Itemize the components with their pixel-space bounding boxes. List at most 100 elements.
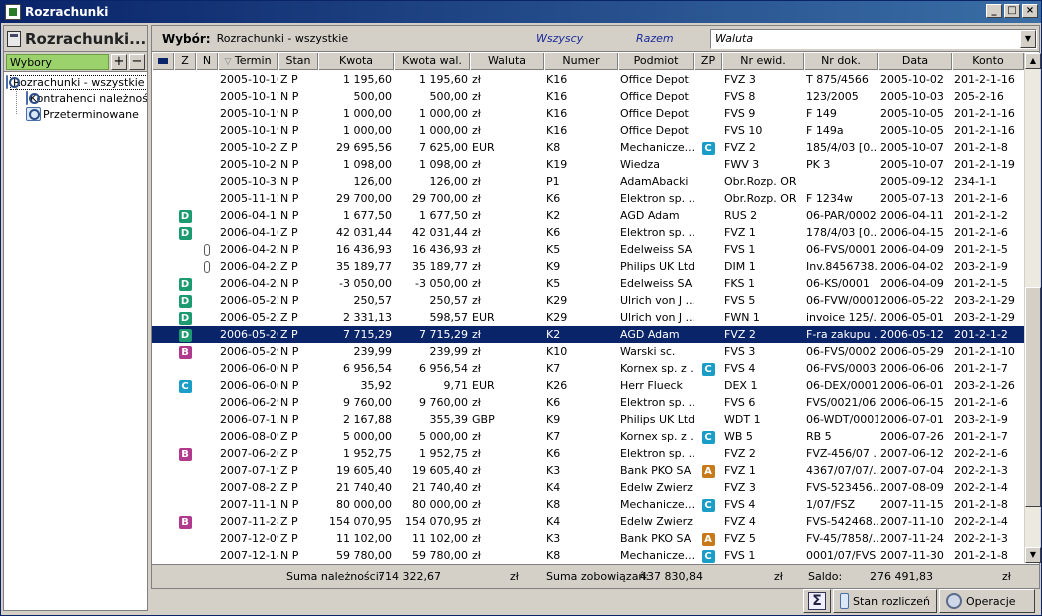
maximize-button[interactable]: □ (1004, 4, 1020, 18)
table-row-selected[interactable]: D 2006-05-26 Z P 7 715,29 7 715,29 zł K2 AGD Ad… (152, 326, 1024, 343)
cell-termin: 2007-07-19 (220, 464, 278, 477)
cell-waluta: zł (472, 243, 481, 256)
cell-stan: Z P (280, 481, 298, 494)
add-selection-button[interactable]: + (111, 53, 127, 70)
cell-zp (694, 224, 722, 241)
table-row[interactable]: 2006-04-23 Z P 35 189,77 35 189,77 zł K9 Phili… (152, 258, 1024, 275)
table-row[interactable]: 2007-07-19 Z P 19 605,40 19 605,40 zł K3 Bank … (152, 462, 1024, 479)
column-header-waluta[interactable]: Waluta (470, 53, 544, 70)
operations-button[interactable]: Operacje (939, 589, 1035, 613)
cell-zp: A (694, 462, 722, 479)
table-row[interactable]: 2005-10-17 N P 500,00 500,00 zł K16 Office Dep… (152, 88, 1024, 105)
cell-nr-ewid: FVZ 1 (724, 464, 756, 477)
scroll-up-button[interactable]: ▲ (1025, 53, 1041, 69)
table-row[interactable]: D 2006-04-16 Z P 42 031,44 42 031,44 zł K6 Elek… (152, 224, 1024, 241)
cell-data: 2005-10-05 (880, 124, 944, 137)
cell-termin: 2007-08-25 (220, 481, 278, 494)
vertical-scrollbar[interactable]: ▲ ▼ (1024, 53, 1041, 563)
column-header-data[interactable]: Data (878, 53, 952, 70)
status-badge: C (701, 362, 715, 376)
sum-payables-currency: zł (774, 570, 783, 583)
cell-n (196, 156, 218, 173)
cell-data: 2005-10-02 (880, 73, 944, 86)
cell-nr-ewid: FVS 9 (724, 107, 756, 120)
column-header-kwota-wal[interactable]: Kwota wal. (394, 53, 470, 70)
column-header-nr-dok[interactable]: Nr dok. (804, 53, 878, 70)
cell-termin: 2005-10-19 (220, 107, 278, 120)
table-row[interactable]: 2006-04-23 N P 16 436,93 16 436,93 zł K5 Edelw… (152, 241, 1024, 258)
cell-n (196, 377, 218, 394)
table-row[interactable]: D 2006-04-23 N P -3 050,00 -3 050,00 zł K5 Edel… (152, 275, 1024, 292)
close-button[interactable]: × (1022, 4, 1038, 18)
table-row[interactable]: 2005-10-31 N P 126,00 126,00 zł P1 AdamAbacki O… (152, 173, 1024, 190)
column-header-kwota[interactable]: Kwota (318, 53, 394, 70)
cell-termin: 2006-05-29 (220, 345, 278, 358)
sum-receivables-label: Suma należności: (286, 570, 383, 583)
option-razem[interactable]: Razem (636, 32, 674, 45)
wybory-label[interactable]: Wybory (6, 53, 109, 70)
cell-waluta: zł (472, 515, 481, 528)
cell-zp (694, 513, 722, 530)
cell-data: 2007-06-12 (880, 447, 944, 460)
cell-stan: N P (280, 90, 299, 103)
tree-item-kontrahenci[interactable]: Kontrahenci należności (4, 90, 147, 106)
tree-item-label: Kontrahenci należności (30, 91, 147, 105)
cell-termin: 2006-04-11 (220, 209, 278, 222)
column-header-podmiot[interactable]: Podmiot (618, 53, 694, 70)
column-header-stan[interactable]: Stan (278, 53, 318, 70)
column-header-konto[interactable]: Konto (952, 53, 1024, 70)
table-row[interactable]: 2006-07-15 N P 2 167,88 355,39 GBP K9 Philips … (152, 411, 1024, 428)
sum-button[interactable]: Σ (803, 589, 831, 613)
table-row[interactable]: B 2006-05-29 N P 239,99 239,99 zł K10 Warski sc… (152, 343, 1024, 360)
table-row[interactable]: D 2006-04-11 N P1 677,50 1 677,50 zł K2 AGD Ad… (152, 207, 1024, 224)
currency-combo[interactable]: Waluta ▼ (710, 29, 1037, 49)
cell-data: 2007-08-09 (880, 481, 944, 494)
table-row[interactable]: 2007-11-15 N P 80 000,00 80 000,00 zł K8 Mecha… (152, 496, 1024, 513)
minimize-button[interactable]: _ (986, 4, 1002, 18)
cell-konto: 202-2-1-3 (954, 532, 1008, 545)
column-header-numer[interactable]: Numer (544, 53, 618, 70)
chevron-down-icon[interactable]: ▼ (1020, 30, 1036, 48)
tree-item-przeterminowane[interactable]: Przeterminowane (4, 106, 147, 122)
table-row[interactable]: 2005-10-21 Z P 29 695,56 7 625,00 EUR K8 Mecha… (152, 139, 1024, 156)
table-row[interactable]: 2005-11-12 N P 29 700,00 29 700,00 zł K6 Elekt… (152, 190, 1024, 207)
cell-data: 2005-10-07 (880, 141, 944, 154)
column-header-termin[interactable]: ▽ Termin (218, 53, 278, 70)
cell-data: 2006-07-26 (880, 430, 944, 443)
column-header-nr-ewid[interactable]: Nr ewid. (722, 53, 804, 70)
table-row[interactable]: 2007-12-09 Z P 11 102,00 11 102,00 zł K3 Bank … (152, 530, 1024, 547)
table-row[interactable]: 2007-12-14 N P 59 780,00 59 780,00 zł K8 Mecha… (152, 547, 1024, 564)
cell-zp: C (694, 547, 722, 564)
table-row[interactable]: 2006-06-29 N P 9 760,00 9 760,00 zł K6 Elektro… (152, 394, 1024, 411)
table-row[interactable]: 2007-08-25 Z P 21 740,40 21 740,40 zł K4 Edelw… (152, 479, 1024, 496)
table-row[interactable]: 2006-06-06 N P6 956,54 6 956,54 zł K7 Kornex … (152, 360, 1024, 377)
status-badge: D (178, 226, 192, 240)
cell-kwota-wal: 16 436,93 (412, 243, 468, 256)
table-row[interactable]: C 2006-06-06 N P 35,92 9,71 EUR K26 Herr Flueck… (152, 377, 1024, 394)
cell-kwota-wal: 126,00 (429, 175, 469, 188)
table-row[interactable]: B 2007-11-28 Z P 154 070,95 154 070,95 zł K4 Ed… (152, 513, 1024, 530)
column-header-zp[interactable]: ZP (694, 53, 722, 70)
scroll-down-button[interactable]: ▼ (1025, 547, 1041, 563)
table-row[interactable]: B 2007-06-26 Z P 1 952,75 1 952,75 zł K6 Elektr… (152, 445, 1024, 462)
status-badge: C (701, 141, 715, 155)
option-wszyscy[interactable]: Wszyscy (536, 32, 583, 45)
tree-item-all[interactable]: Rozrachunki - wszystkie (4, 74, 147, 90)
table-row[interactable]: 2006-08-09 Z P 5 000,00 5 000,00 zł K7 Kornex … (152, 428, 1024, 445)
column-header-n[interactable]: N (196, 53, 218, 70)
cell-nr-ewid: FVS 6 (724, 396, 756, 409)
table-row[interactable]: 2005-10-21 N P 1 098,00 1 098,00 zł K19 Wiedza… (152, 156, 1024, 173)
column-header-z[interactable]: Z (174, 53, 196, 70)
saldo-currency: zł (1002, 570, 1011, 583)
cell-kwota-wal: 1 000,00 (419, 124, 468, 137)
remove-selection-button[interactable]: − (129, 53, 145, 70)
table-row[interactable]: 2005-10-19 N P 1 000,00 1 000,00 zł K16 Office… (152, 122, 1024, 139)
table-row[interactable]: D 2006-05-25 Z P 2 331,13 598,57 EUR K29 Ulrich… (152, 309, 1024, 326)
settlement-status-button[interactable]: Stan rozliczeń (833, 589, 937, 613)
scroll-thumb[interactable] (1025, 287, 1041, 507)
table-row[interactable]: 2005-10-19 N P 1 000,00 1 000,00 zł K16 Office… (152, 105, 1024, 122)
column-header-select[interactable] (152, 53, 174, 70)
table-row[interactable]: 2005-10-16 Z P 1 195,60 1 195,60 zł K16 Office… (152, 71, 1024, 88)
table-row[interactable]: D 2006-05-22 N P 250,57 250,57 zł K29 Ulrich vo… (152, 292, 1024, 309)
grid-header: Z N ▽ Termin Stan Kwota Kwota wal. Walut… (152, 53, 1024, 70)
